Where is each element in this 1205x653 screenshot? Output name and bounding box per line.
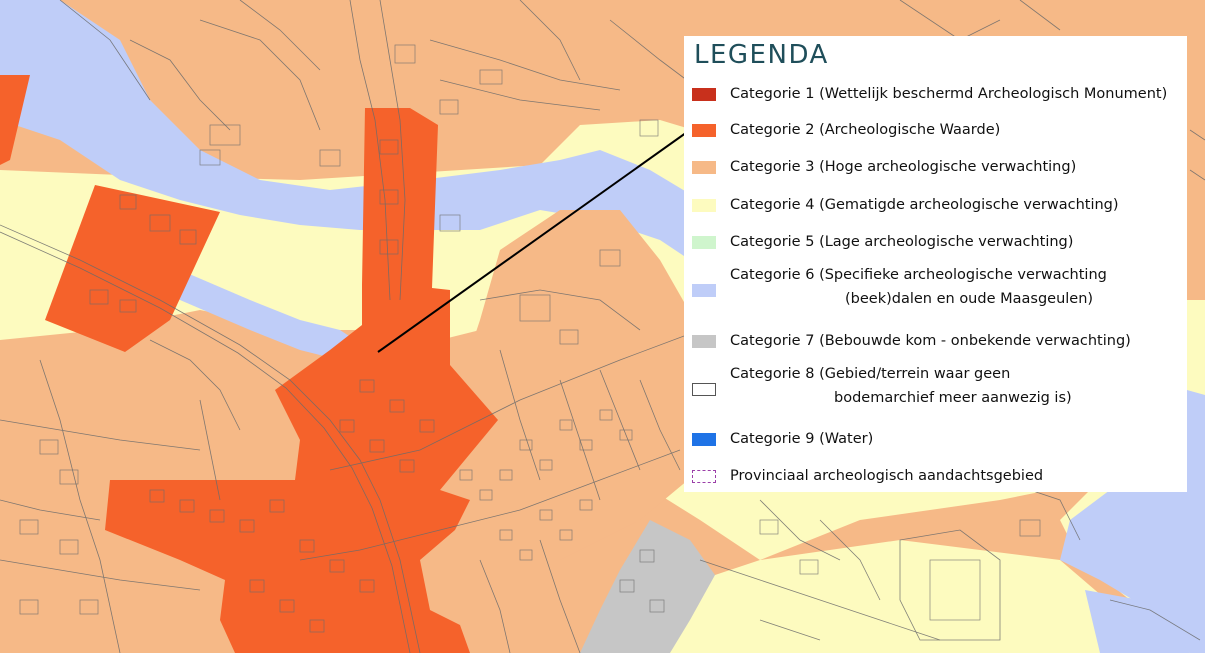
legend-category-desc: (Gematigde archeologische verwachting) xyxy=(819,197,1119,213)
legend-category-desc: (Hoge archeologische verwachting) xyxy=(819,159,1077,175)
legend-swatch xyxy=(692,236,716,249)
legend-category-desc: (Lage archeologische verwachting) xyxy=(819,234,1074,250)
legend-swatch xyxy=(692,335,716,348)
legend-title: LEGENDA xyxy=(694,40,829,70)
legend-swatch xyxy=(692,284,716,297)
legend-category-prefix: Categorie xyxy=(730,267,801,283)
legend-category-prefix: Categorie xyxy=(730,159,801,175)
legend-category-desc: (Specifieke archeologische verwachting xyxy=(819,267,1107,283)
legend-category-number: 3 xyxy=(805,159,815,175)
legend-category-prefix: Categorie xyxy=(730,333,801,349)
legend-swatch xyxy=(692,88,716,101)
legend-category-prefix: Categorie xyxy=(730,234,801,250)
legend-category-desc-continued: bodemarchief meer aanwezig is) xyxy=(834,390,1072,406)
legend-category-desc-continued: (beek)dalen en oude Maasgeulen) xyxy=(845,291,1094,307)
legend-category-desc: (Gebied/terrein waar geen xyxy=(819,366,1011,382)
map-legend: LEGENDA Categorie 1 (Wettelijk beschermd… xyxy=(684,36,1187,492)
legend-category-number: 9 xyxy=(805,431,815,447)
legend-swatch xyxy=(692,161,716,174)
legend-category-number: 8 xyxy=(805,366,815,382)
legend-category-prefix: Categorie xyxy=(730,366,801,382)
legend-category-desc: (Wettelijk beschermd Archeologisch Monum… xyxy=(819,86,1168,102)
legend-category-prefix: Categorie xyxy=(730,122,801,138)
legend-category-prefix: Categorie xyxy=(730,431,801,447)
legend-swatch xyxy=(692,383,716,396)
legend-category-number: 5 xyxy=(805,234,815,250)
legend-category-number: 6 xyxy=(805,267,815,283)
legend-provincial-label: Provinciaal archeologisch aandachtsgebie… xyxy=(730,468,1044,484)
legend-category-desc: (Bebouwde kom - onbekende verwachting) xyxy=(819,333,1131,349)
legend-swatch xyxy=(692,433,716,446)
legend-category-number: 2 xyxy=(805,122,815,138)
legend-swatch xyxy=(692,470,716,483)
legend-category-number: 1 xyxy=(805,86,815,102)
legend-category-number: 4 xyxy=(805,197,815,213)
legend-category-prefix: Categorie xyxy=(730,86,801,102)
legend-swatch xyxy=(692,124,716,137)
legend-swatch xyxy=(692,199,716,212)
legend-category-number: 7 xyxy=(805,333,815,349)
legend-category-desc: (Water) xyxy=(819,431,874,447)
legend-category-prefix: Categorie xyxy=(730,197,801,213)
legend-category-desc: (Archeologische Waarde) xyxy=(819,122,1001,138)
